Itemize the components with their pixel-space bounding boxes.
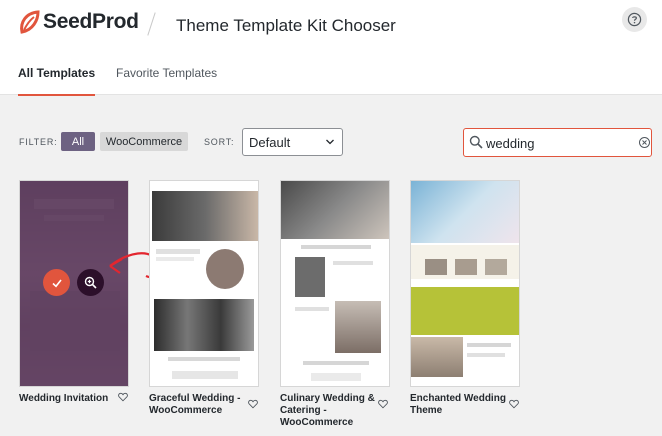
- thumbnail-image-block: [295, 257, 325, 297]
- checkmark-icon: [51, 279, 62, 287]
- help-button[interactable]: [622, 7, 647, 32]
- thumbnail-footer-block: [311, 373, 361, 381]
- thumbnail-hero-image: [152, 191, 258, 241]
- thumbnail-image-block: [485, 259, 507, 275]
- template-card-enchanted-wedding[interactable]: [410, 180, 520, 387]
- filter-woocommerce-button[interactable]: WooCommerce: [100, 132, 188, 151]
- thumbnail-gallery-image: [154, 299, 254, 351]
- heart-icon[interactable]: [118, 392, 128, 402]
- template-name: Graceful Wedding - WooCommerce: [149, 393, 241, 416]
- template-name: Enchanted Wedding Theme: [410, 393, 506, 416]
- sort-select[interactable]: Default: [242, 128, 343, 156]
- select-template-button[interactable]: [43, 269, 70, 296]
- zoom-in-icon: [84, 276, 97, 289]
- thumbnail-hero-image: [411, 181, 519, 243]
- thumbnail-text-block: [156, 257, 194, 261]
- tab-favorite-templates[interactable]: Favorite Templates: [116, 66, 217, 94]
- thumbnail-circle-image: [206, 249, 244, 289]
- question-circle-icon: [627, 12, 642, 27]
- tab-all-templates[interactable]: All Templates: [18, 66, 96, 96]
- seedprod-leaf-icon: [20, 10, 40, 34]
- header: SeedProd Theme Template Kit Chooser: [0, 0, 662, 52]
- thumbnail-text-block: [467, 343, 511, 347]
- template-name: Wedding Invitation: [19, 393, 109, 404]
- logo-text: SeedProd: [43, 10, 139, 33]
- page-title: Theme Template Kit Chooser: [176, 16, 396, 35]
- thumbnail-image-block: [425, 259, 447, 275]
- template-tabs: All Templates Favorite Templates: [0, 52, 662, 96]
- thumbnail-text-block: [156, 249, 200, 254]
- thumbnail-hero-image: [281, 181, 389, 239]
- thumbnail-text-block: [303, 361, 369, 365]
- filter-label: FILTER:: [19, 137, 58, 147]
- thumbnail-nav: [150, 181, 258, 189]
- heart-icon[interactable]: [378, 399, 388, 409]
- thumbnail-text-block: [467, 353, 505, 357]
- search-icon: [469, 135, 483, 149]
- clear-search-icon[interactable]: [639, 137, 650, 148]
- search-input[interactable]: [486, 133, 626, 153]
- thumbnail-text-block: [301, 245, 371, 249]
- filter-all-button[interactable]: All: [61, 132, 95, 151]
- heart-icon[interactable]: [509, 399, 519, 409]
- heart-icon[interactable]: [248, 399, 258, 409]
- template-card-culinary-wedding[interactable]: [280, 180, 390, 387]
- chevron-down-icon: [326, 139, 334, 145]
- thumbnail-image-block: [411, 337, 463, 377]
- seedprod-logo[interactable]: SeedProd: [18, 10, 139, 34]
- thumbnail-text-block: [295, 307, 329, 311]
- thumbnail-accent-section: [411, 287, 519, 335]
- thumbnail-image-block: [455, 259, 477, 275]
- thumbnail-image-block: [335, 301, 381, 353]
- thumbnail-text-block: [168, 357, 240, 361]
- sort-selected-value: Default: [249, 135, 291, 150]
- sort-label: SORT:: [204, 137, 235, 147]
- search-box[interactable]: [463, 128, 652, 157]
- thumbnail-footer-block: [172, 371, 238, 379]
- template-card-graceful-wedding[interactable]: [149, 180, 259, 387]
- template-name: Culinary Wedding & Catering - WooCommerc…: [280, 393, 375, 428]
- thumbnail-text-block: [333, 261, 373, 265]
- header-divider: [147, 12, 156, 36]
